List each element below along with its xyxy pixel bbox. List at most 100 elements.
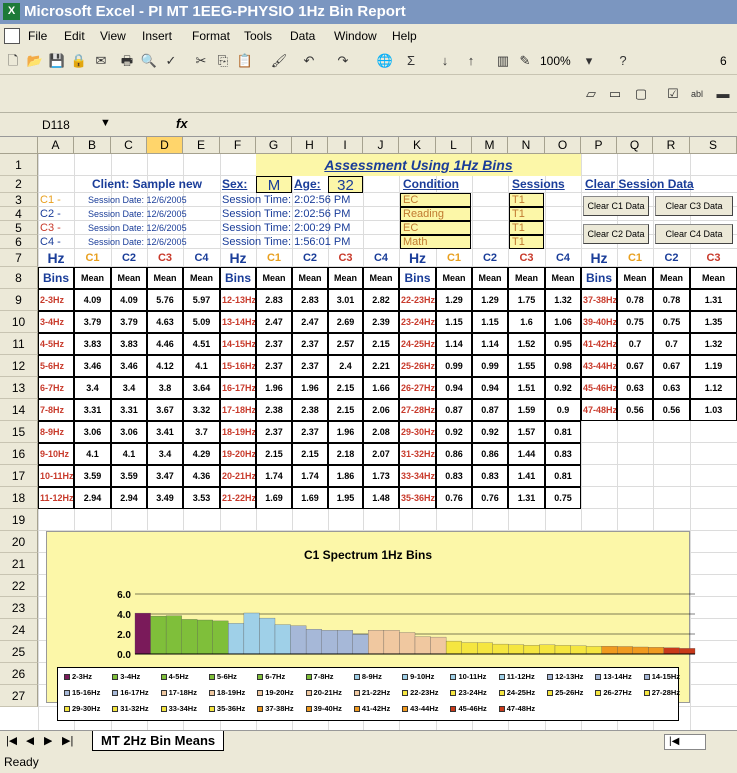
chart-bar[interactable]: [352, 634, 369, 655]
column-header[interactable]: S: [690, 137, 737, 154]
menu-edit[interactable]: Edit: [64, 24, 85, 48]
first-sheet-icon[interactable]: |◀: [6, 734, 17, 747]
mean-value[interactable]: 3.59: [74, 465, 111, 487]
row-header[interactable]: 20: [0, 531, 38, 553]
undo-icon[interactable]: ↶: [300, 52, 318, 70]
mean-value[interactable]: 1.96: [292, 377, 328, 399]
mean-value[interactable]: 3.06: [74, 421, 111, 443]
mean-value[interactable]: 2.37: [292, 355, 328, 377]
zoom-select[interactable]: 100%: [540, 54, 571, 68]
chart-bar[interactable]: [290, 625, 307, 655]
mean-value[interactable]: 3.79: [111, 311, 147, 333]
mean-value[interactable]: 1.57: [508, 421, 545, 443]
column-header[interactable]: B: [74, 137, 111, 154]
mean-value[interactable]: 1.6: [508, 311, 545, 333]
chart-bar[interactable]: [508, 644, 525, 655]
mean-value[interactable]: 1.95: [328, 487, 363, 509]
menu-file[interactable]: File: [28, 24, 47, 48]
chart-bar[interactable]: [321, 630, 338, 655]
row-header[interactable]: 3: [0, 193, 38, 207]
chart-bar[interactable]: [399, 632, 416, 655]
mean-value[interactable]: 0.67: [653, 355, 690, 377]
session-box[interactable]: T1: [509, 193, 544, 207]
chart-bar[interactable]: [383, 630, 400, 655]
mean-value[interactable]: 0.7: [653, 333, 690, 355]
mean-value[interactable]: 3.83: [74, 333, 111, 355]
mean-value[interactable]: 0.56: [617, 399, 653, 421]
chart-bar[interactable]: [134, 612, 151, 655]
mean-value[interactable]: 4.46: [147, 333, 183, 355]
column-header[interactable]: F: [220, 137, 256, 154]
hyperlink-icon[interactable]: 🌐: [376, 52, 394, 70]
mean-value[interactable]: 1.66: [363, 377, 399, 399]
chart-bar[interactable]: [274, 624, 291, 655]
mean-value[interactable]: 1.73: [363, 465, 399, 487]
new-icon[interactable]: 🗋: [4, 52, 22, 70]
mean-value[interactable]: 3.06: [111, 421, 147, 443]
row-header[interactable]: 13: [0, 377, 38, 399]
mean-value[interactable]: 0.78: [653, 289, 690, 311]
mean-value[interactable]: 0.86: [472, 443, 508, 465]
chart-bar[interactable]: [150, 615, 167, 655]
chart-bar[interactable]: [663, 647, 680, 655]
next-sheet-icon[interactable]: ▶: [44, 734, 52, 747]
mean-value[interactable]: 3.32: [183, 399, 220, 421]
mean-value[interactable]: 3.7: [183, 421, 220, 443]
row-header[interactable]: 17: [0, 465, 38, 487]
row-header[interactable]: 8: [0, 267, 38, 289]
mean-value[interactable]: 1.96: [328, 421, 363, 443]
mean-value[interactable]: 0.83: [545, 443, 581, 465]
groupbox-icon[interactable]: ▭: [606, 85, 624, 103]
mean-value[interactable]: 0.63: [617, 377, 653, 399]
horizontal-scrollbar[interactable]: |◀: [664, 734, 706, 750]
column-header[interactable]: D: [147, 137, 183, 154]
mean-value[interactable]: 0.78: [617, 289, 653, 311]
mean-value[interactable]: 5.76: [147, 289, 183, 311]
mean-value[interactable]: 0.87: [472, 399, 508, 421]
mean-value[interactable]: 4.12: [147, 355, 183, 377]
chart-bar[interactable]: [648, 647, 665, 655]
mean-value[interactable]: 3.8: [147, 377, 183, 399]
chart-bar[interactable]: [679, 648, 696, 655]
row-header[interactable]: 10: [0, 311, 38, 333]
chart-bar[interactable]: [477, 642, 493, 655]
mean-value[interactable]: 2.15: [328, 399, 363, 421]
mean-value[interactable]: 0.92: [436, 421, 472, 443]
mean-value[interactable]: 2.18: [328, 443, 363, 465]
row-header[interactable]: 6: [0, 235, 38, 249]
row-header[interactable]: 23: [0, 597, 38, 619]
chart-bar[interactable]: [197, 619, 213, 655]
workbook-icon[interactable]: [4, 28, 20, 44]
row-header[interactable]: 1: [0, 154, 38, 176]
menu-tools[interactable]: Tools: [244, 24, 272, 48]
mean-value[interactable]: 2.21: [363, 355, 399, 377]
mean-value[interactable]: 2.15: [328, 377, 363, 399]
listbox-icon[interactable]: ▬: [714, 85, 732, 103]
condition-box[interactable]: EC: [400, 221, 471, 235]
mean-value[interactable]: 0.99: [472, 355, 508, 377]
mean-value[interactable]: 3.83: [111, 333, 147, 355]
mean-value[interactable]: 0.92: [545, 377, 581, 399]
spelling-icon[interactable]: ✓: [162, 52, 180, 70]
drawing-icon[interactable]: ✎: [516, 52, 534, 70]
chart-bar[interactable]: [181, 619, 198, 655]
mean-value[interactable]: 1.31: [690, 289, 737, 311]
row-header[interactable]: 4: [0, 207, 38, 221]
mean-value[interactable]: 1.52: [508, 333, 545, 355]
session-box[interactable]: T1: [509, 235, 544, 249]
mean-value[interactable]: 0.81: [545, 421, 581, 443]
mean-value[interactable]: 1.12: [690, 377, 737, 399]
mean-value[interactable]: 2.39: [363, 311, 399, 333]
mean-value[interactable]: 1.44: [508, 443, 545, 465]
condition-box[interactable]: EC: [400, 193, 471, 207]
chart-bar[interactable]: [165, 615, 182, 655]
mean-value[interactable]: 3.49: [147, 487, 183, 509]
email-icon[interactable]: ✉: [92, 52, 110, 70]
mean-value[interactable]: 2.37: [292, 333, 328, 355]
chart-bar[interactable]: [523, 645, 540, 655]
chart-bar[interactable]: [585, 646, 602, 655]
sort-descending-icon[interactable]: ↑: [462, 52, 480, 70]
zoom-dropdown-icon[interactable]: ▾: [580, 52, 598, 70]
column-header[interactable]: G: [256, 137, 292, 154]
mean-value[interactable]: 4.09: [111, 289, 147, 311]
